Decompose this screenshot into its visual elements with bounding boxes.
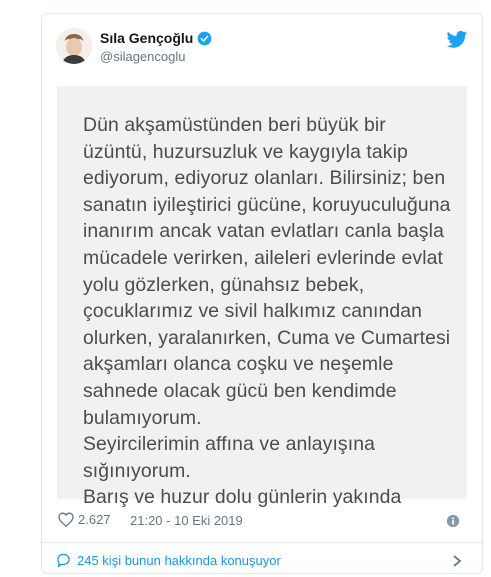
text-line: ediyorum, ediyoruz olanları. Bilirsiniz;…: [83, 167, 446, 190]
conversation-text: 245 kişi bunun hakkında konuşuyor: [77, 552, 281, 568]
display-name[interactable]: Sıla Gençoğlu: [100, 30, 193, 46]
like-count: 2.627: [78, 512, 111, 527]
text-line: çocuklarımız ve sivil halkımız canından: [83, 300, 423, 323]
tweet-image-text: Dün akşamüstünden beri büyük bir üzüntü,…: [83, 112, 457, 511]
like-button[interactable]: 2.627: [58, 512, 111, 527]
text-line: yolu gözlerken, günahsız bebek,: [83, 273, 365, 296]
text-line: sanatın iyileştirici gücüne, koruyuculuğ…: [83, 193, 451, 216]
text-line: olurken, yaralanırken, Cuma ve Cumartesi: [83, 326, 451, 349]
text-line: mücadele verirken, aileleri evlerinde ev…: [83, 246, 443, 269]
verified-badge-icon: [197, 31, 212, 45]
tweet-header: Sıla Gençoğlu @silagencoglu: [56, 28, 468, 68]
text-line: Seyircilerimin affına ve anlayışına: [83, 433, 375, 456]
text-line: üzüntü, huzursuzluk ve kaygıyla takip: [83, 140, 408, 163]
text-line: akşamları olanca coşku ve neşemle: [83, 353, 394, 376]
text-line: Barış ve huzur dolu günlerin yakında: [83, 486, 402, 509]
author-names: Sıla Gençoğlu @silagencoglu: [100, 30, 212, 64]
heart-icon: [58, 512, 74, 527]
twitter-bird-icon[interactable]: [446, 30, 468, 50]
info-icon[interactable]: [446, 514, 460, 528]
conversation-link[interactable]: 245 kişi bunun hakkında konuşuyor: [56, 548, 468, 572]
text-line: sahnede olacak gücü ben kendimde: [83, 379, 397, 402]
display-name-row: Sıla Gençoğlu: [100, 30, 212, 46]
divider: [42, 542, 482, 543]
text-line: Dün akşamüstünden beri büyük bir: [83, 114, 386, 136]
timestamp[interactable]: 21:20 - 10 Eki 2019: [130, 513, 243, 528]
tweet-meta: 2.627 21:20 - 10 Eki 2019: [58, 512, 466, 532]
handle[interactable]: @silagencoglu: [100, 49, 212, 64]
comment-bubble-icon: [57, 553, 70, 567]
text-line: bulamıyorum.: [83, 406, 202, 429]
tweet-embed-card: Sıla Gençoğlu @silagencoglu Dün akşamüst…: [41, 13, 483, 574]
avatar[interactable]: [56, 28, 92, 64]
chevron-right-icon: [453, 555, 462, 567]
tweet-image[interactable]: Dün akşamüstünden beri büyük bir üzüntü,…: [57, 86, 467, 508]
text-line: sığınıyorum.: [83, 459, 191, 482]
text-line: inanırım ancak vatan evlatları canla baş…: [83, 220, 444, 243]
